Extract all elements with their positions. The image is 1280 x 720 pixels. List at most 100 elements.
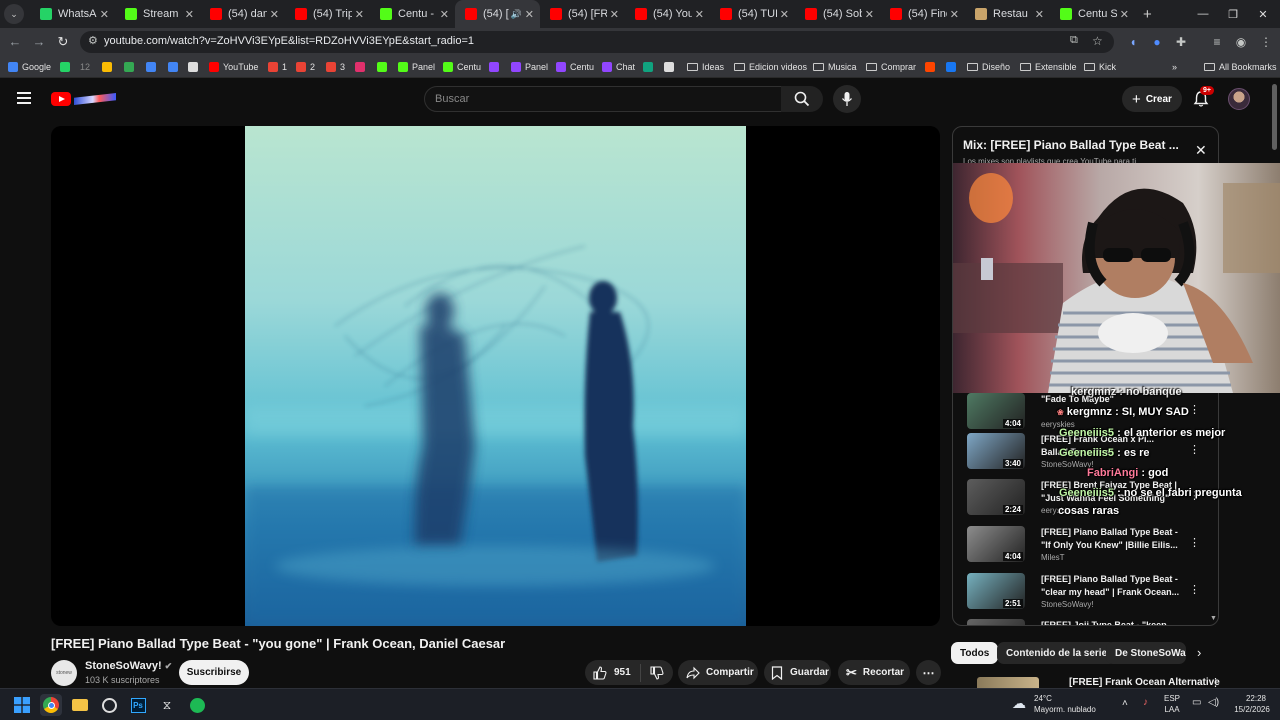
weather-icon[interactable]: ☁ (1012, 695, 1026, 712)
playlist-item[interactable]: 2:51 [FREE] Piano Ballad Type Beat - "clea… (967, 573, 1202, 615)
chip-channel[interactable]: De StoneSoWavy! (1106, 642, 1186, 664)
search-input[interactable]: Buscar (424, 86, 782, 112)
profile-icon[interactable]: ◉ (1233, 34, 1249, 50)
bookmark-item[interactable] (489, 60, 503, 74)
bookmark-item[interactable]: 2 (296, 60, 315, 74)
more-actions-icon[interactable]: ⋯ (916, 660, 941, 685)
chips-next-icon[interactable]: › (1197, 645, 1201, 660)
file-explorer-icon[interactable] (69, 694, 91, 716)
chip-all[interactable]: Todos (951, 642, 999, 664)
save-button[interactable]: Guardar (764, 660, 831, 685)
windows-start-icon[interactable] (11, 694, 33, 716)
clip-button[interactable]: ✂ Recortar (838, 660, 910, 685)
tab-search-icon[interactable]: ⌄ (4, 4, 24, 24)
close-tab-icon[interactable]: ✕ (185, 8, 194, 21)
bookmark-item[interactable] (124, 60, 138, 74)
close-tab-icon[interactable]: ✕ (610, 8, 619, 21)
extensions-puzzle-icon[interactable]: ✚ (1173, 34, 1189, 50)
browser-tab[interactable]: (54) Sobre✕ (795, 0, 880, 28)
hamburger-menu-icon[interactable] (17, 92, 31, 104)
close-playlist-icon[interactable]: ✕ (1195, 142, 1207, 159)
bookmark-item[interactable]: Kick (1084, 60, 1116, 74)
new-tab-button[interactable]: + (1143, 6, 1152, 23)
bookmark-item[interactable]: Centu (556, 60, 594, 74)
spotify-icon[interactable] (186, 694, 208, 716)
channel-avatar[interactable]: stonew (51, 660, 77, 686)
network-icon[interactable]: ▭ (1192, 698, 1201, 708)
playlist-thumbnail[interactable]: 4:04 (967, 393, 1025, 429)
chrome-taskbar-icon[interactable] (40, 694, 62, 716)
close-tab-icon[interactable]: ✕ (865, 8, 874, 21)
audio-extension-icon[interactable]: ◖ (1125, 34, 1141, 50)
playlist-item-menu-icon[interactable]: ⋮ (1189, 583, 1200, 596)
clock-date[interactable]: 15/2/2026 (1228, 705, 1276, 715)
bookmark-item[interactable]: Panel (398, 60, 435, 74)
browser-tab[interactable]: Restau ✕ (965, 0, 1050, 28)
dislike-button[interactable] (641, 665, 673, 680)
close-window-icon[interactable]: ✕ (1248, 0, 1278, 28)
scroll-down-icon[interactable]: ▼ (1210, 615, 1217, 622)
forward-icon[interactable]: → (30, 33, 48, 51)
capcut-icon[interactable]: ⧖ (156, 694, 178, 716)
close-tab-icon[interactable]: ✕ (355, 8, 364, 21)
bookmark-item[interactable]: Edicion videos (734, 60, 807, 74)
subscribe-button[interactable]: Suscribirse (179, 660, 249, 685)
playlist-thumbnail[interactable]: 4:04 (967, 526, 1025, 562)
reload-icon[interactable]: ↻ (54, 33, 72, 51)
browser-tab[interactable]: (54) [FREE✕ (540, 0, 625, 28)
bookmark-item[interactable] (946, 60, 960, 74)
next-video-title[interactable]: [FREE] Frank Ocean Alternative (1069, 677, 1220, 688)
close-tab-icon[interactable]: ✕ (1120, 8, 1129, 21)
page-scrollbar[interactable] (1272, 84, 1277, 150)
bookmark-item[interactable] (377, 60, 391, 74)
maximize-icon[interactable]: ❐ (1218, 0, 1248, 28)
close-tab-icon[interactable]: ✕ (100, 8, 109, 21)
media-control-icon[interactable]: ≡ (1209, 34, 1225, 50)
tab-audio-icon[interactable]: 🔊 (511, 9, 522, 20)
playlist-item-menu-icon[interactable]: ⋮ (1189, 443, 1200, 456)
bookmark-item[interactable]: 3 (326, 60, 345, 74)
bookmark-item[interactable] (643, 60, 657, 74)
browser-tab[interactable]: (54) Trippi✕ (285, 0, 370, 28)
bookmark-item[interactable] (925, 60, 939, 74)
next-video-thumbnail[interactable] (977, 677, 1039, 688)
playlist-thumbnail[interactable]: 2:51 (967, 573, 1025, 609)
browser-tab[interactable]: (54) Findi✕ (880, 0, 965, 28)
bookmark-item[interactable]: Extensible (1020, 60, 1077, 74)
share-button[interactable]: Compartir (678, 660, 758, 685)
browser-tab[interactable]: (54) YouTu✕ (625, 0, 710, 28)
weather-desc[interactable]: Mayorm. nublado (1034, 705, 1096, 715)
bookmark-item[interactable]: Google (8, 60, 51, 74)
playlist-thumbnail[interactable]: 2:24 (967, 479, 1025, 515)
close-tab-icon[interactable]: ✕ (695, 8, 704, 21)
channel-name[interactable]: StoneSoWavy! ✔ (85, 660, 172, 672)
close-tab-icon[interactable]: ✕ (1035, 8, 1044, 21)
bookmark-item[interactable] (60, 60, 74, 74)
all-bookmarks[interactable]: All Bookmarks (1204, 60, 1277, 74)
browser-tab[interactable]: (54) TURD✕ (710, 0, 795, 28)
browser-tab[interactable]: WhatsApp✕ (30, 0, 115, 28)
bookmark-item[interactable] (168, 60, 182, 74)
bookmark-item[interactable] (102, 60, 116, 74)
bookmark-item[interactable]: Ideas (687, 60, 724, 74)
search-button[interactable] (781, 86, 823, 112)
create-button[interactable]: + Crear (1122, 86, 1182, 112)
close-tab-icon[interactable]: ✕ (950, 8, 959, 21)
bookmark-item[interactable]: Comprar (866, 60, 916, 74)
minimize-icon[interactable]: — (1188, 0, 1218, 28)
volume-icon[interactable]: ◁) (1208, 698, 1219, 708)
playlist-item-menu-icon[interactable]: ⋮ (1189, 536, 1200, 549)
bookmark-item[interactable]: YouTube (209, 60, 258, 74)
playlist-item[interactable]: 4:04 [FREE] Piano Ballad Type Beat - "If O… (967, 526, 1202, 568)
bookmark-item[interactable]: 12 (80, 60, 90, 74)
browser-tab[interactable]: Centu Str✕ (1050, 0, 1135, 28)
like-button[interactable]: 951 (585, 663, 641, 682)
obs-icon[interactable] (98, 694, 120, 716)
chip-series[interactable]: Contenido de la serie (997, 642, 1117, 664)
channel-name-text[interactable]: StoneSoWavy! (85, 660, 162, 672)
bookmark-item[interactable]: 1 (268, 60, 287, 74)
youtube-logo[interactable] (51, 91, 117, 107)
browser-menu-icon[interactable]: ⋮ (1258, 34, 1274, 50)
playlist-item-menu-icon[interactable]: ⋮ (1189, 403, 1200, 416)
weather-temp[interactable]: 24°C (1034, 694, 1052, 704)
